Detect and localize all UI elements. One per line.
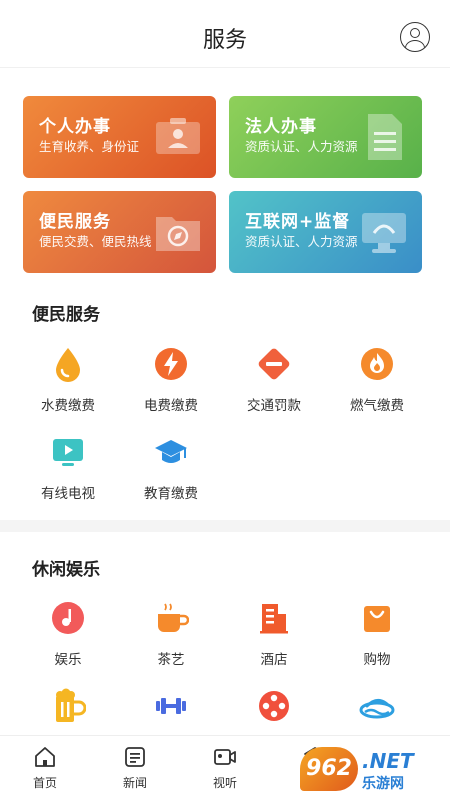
grid-item-label: 茶艺 — [157, 652, 185, 668]
grid-item-electricity[interactable]: 电费缴费 — [121, 346, 221, 422]
swim-wave-icon — [359, 699, 395, 719]
grid-item-label: 电费缴费 — [144, 398, 198, 414]
tv-play-icon — [53, 439, 83, 466]
shopping-bag-icon — [364, 606, 390, 632]
card-subtitle: 便民交费、便民热线 — [39, 234, 152, 249]
card-subtitle: 资质认证、人力资源 — [245, 139, 358, 154]
tab-label: 视听 — [212, 776, 237, 790]
grid-item-traffic-fine[interactable]: 交通罚款 — [224, 346, 324, 422]
service-cards: 个人办事 生育收养、身份证 法人办事 资质认证、人力资源 便民服务 便民交费、便… — [23, 96, 423, 274]
top-bar: 服务 — [0, 0, 450, 68]
tea-cup-icon — [158, 603, 189, 632]
news-icon — [125, 747, 145, 767]
folder-compass-icon — [156, 217, 200, 251]
card-legal-affairs[interactable]: 法人办事 资质认证、人力资源 — [229, 96, 422, 178]
tab-news[interactable]: 新闻 — [90, 736, 180, 800]
tab-home[interactable]: 首页 — [0, 736, 90, 800]
hotel-building-icon — [260, 604, 288, 634]
tab-label: 首页 — [32, 776, 57, 790]
music-note-icon — [52, 602, 84, 634]
grid-item-label: 购物 — [363, 652, 391, 668]
grid-item-label: 水费缴费 — [41, 398, 95, 414]
tab-video[interactable]: 视听 — [180, 736, 270, 800]
beer-mug-icon — [56, 688, 86, 722]
card-convenience-services[interactable]: 便民服务 便民交费、便民热线 — [23, 191, 216, 273]
id-card-icon — [156, 118, 200, 154]
grid-item-label: 交通罚款 — [247, 398, 301, 414]
lightning-icon — [155, 348, 187, 380]
watermark-badge: 962 — [300, 747, 358, 791]
traffic-sign-icon — [258, 348, 290, 380]
grid-item-hotel[interactable]: 酒店 — [224, 600, 324, 676]
graduation-cap-icon — [155, 440, 187, 463]
home-icon — [35, 747, 55, 767]
card-title: 便民服务 — [39, 212, 111, 232]
grid-item-label: 酒店 — [260, 652, 288, 668]
grid-item-water[interactable]: 水费缴费 — [18, 346, 118, 422]
grid-item-label: 燃气缴费 — [350, 398, 404, 414]
page-title: 服务 — [202, 28, 247, 53]
document-icon — [368, 114, 402, 160]
grid-item-label: 娱乐 — [54, 652, 82, 668]
grid-item-tea[interactable]: 茶艺 — [121, 600, 221, 676]
monitor-icon — [362, 213, 406, 253]
grid-item-gas[interactable]: 燃气缴费 — [327, 346, 427, 422]
section-title-leisure: 休闲娱乐 — [32, 560, 100, 580]
watermark-site-name: 乐游网 — [362, 776, 404, 792]
dumbbell-icon — [156, 698, 186, 714]
flame-icon — [361, 348, 393, 380]
grid-item-label: 教育缴费 — [144, 486, 198, 502]
card-subtitle: 资质认证、人力资源 — [245, 234, 358, 249]
section-title-convenience: 便民服务 — [32, 305, 100, 325]
section-divider — [0, 520, 450, 532]
grid-item-entertainment[interactable]: 娱乐 — [18, 600, 118, 676]
card-title: 互联网+监督 — [245, 212, 351, 232]
watermark-net: .NET — [362, 749, 414, 773]
film-reel-icon — [259, 691, 289, 721]
card-title: 法人办事 — [245, 117, 317, 137]
card-personal-affairs[interactable]: 个人办事 生育收养、身份证 — [23, 96, 216, 178]
watermark-logo: 962 .NET 乐游网 — [300, 745, 448, 797]
grid-item-shopping[interactable]: 购物 — [327, 600, 427, 676]
grid-item-education[interactable]: 教育缴费 — [121, 434, 221, 510]
user-circle-icon[interactable] — [400, 22, 430, 52]
tab-label: 新闻 — [122, 776, 147, 790]
card-subtitle: 生育收养、身份证 — [39, 139, 140, 154]
grid-item-cable-tv[interactable]: 有线电视 — [18, 434, 118, 510]
water-drop-icon — [56, 348, 80, 382]
grid-item-label: 有线电视 — [41, 486, 95, 502]
card-title: 个人办事 — [39, 117, 111, 137]
card-internet-supervision[interactable]: 互联网+监督 资质认证、人力资源 — [229, 191, 422, 273]
video-camera-icon — [214, 749, 236, 765]
